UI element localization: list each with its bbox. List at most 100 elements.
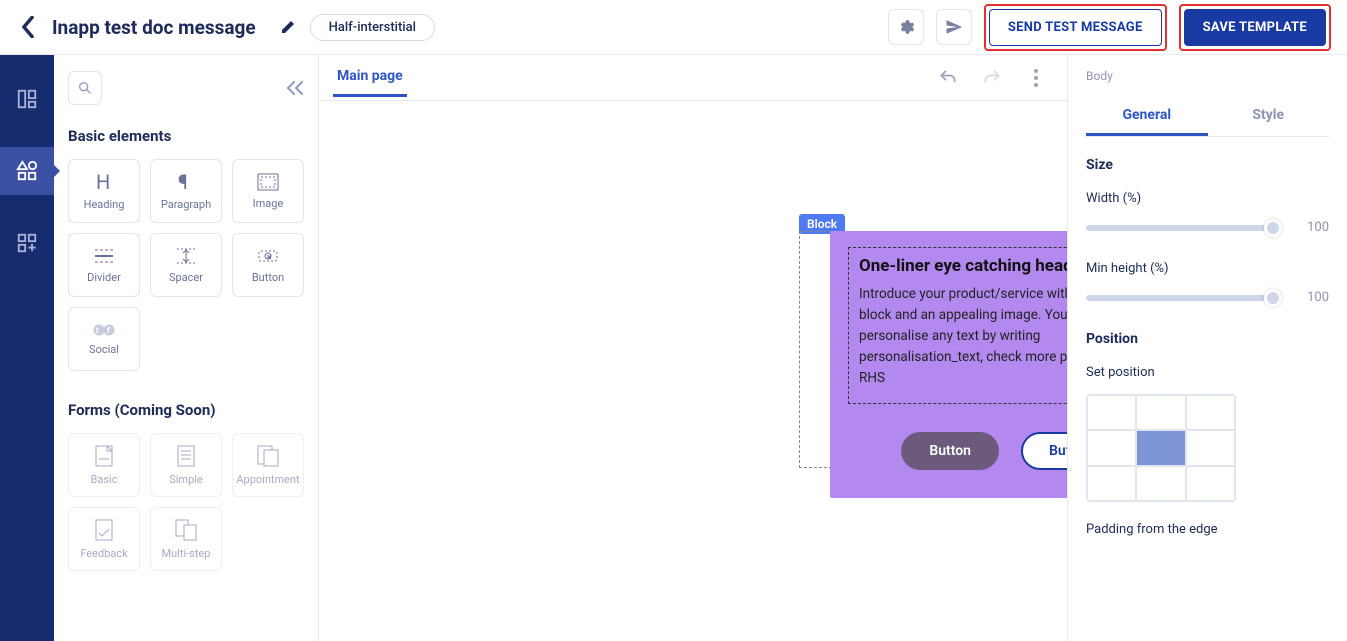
setpos-label: Set position [1086, 365, 1329, 380]
elements-sidebar: Basic elements H Heading ¶ Paragraph Ima… [54, 55, 319, 641]
tile-label: Button [252, 271, 284, 284]
page-title: Inapp test doc message [52, 16, 256, 39]
social-icon: tf [92, 323, 116, 337]
pos-tr[interactable] [1186, 395, 1235, 430]
canvas-area: Main page Block ✕ One-liner eye catching… [319, 55, 1067, 641]
forms-title: Forms (Coming Soon) [68, 401, 304, 419]
app-header: Inapp test doc message Half-interstitial… [0, 0, 1347, 55]
tile-label: Multi-step [162, 547, 211, 560]
tab-main-page[interactable]: Main page [333, 58, 407, 97]
undo-button[interactable] [931, 61, 965, 95]
width-value: 100 [1297, 220, 1329, 235]
more-menu-button[interactable] [1019, 61, 1053, 95]
tile-form-multistep: Multi-step [150, 507, 222, 571]
props-tabs: General Style [1086, 97, 1329, 137]
edit-title-icon[interactable] [278, 17, 298, 37]
vertical-nav [0, 55, 54, 641]
tile-button[interactable]: Button [232, 233, 304, 297]
breadcrumb[interactable]: Body [1086, 69, 1329, 83]
redo-button[interactable] [975, 61, 1009, 95]
form-multistep-icon [175, 519, 197, 541]
tab-general[interactable]: General [1086, 97, 1208, 136]
form-basic-icon [95, 445, 113, 467]
pos-tc[interactable] [1136, 395, 1185, 430]
divider-icon [93, 247, 115, 265]
width-slider-row: 100 [1086, 220, 1329, 235]
tile-label: Feedback [80, 547, 127, 560]
pos-bl[interactable] [1087, 466, 1136, 501]
section-position: Position [1086, 331, 1329, 347]
message-card[interactable]: ✕ One-liner eye catching heading Introdu… [830, 231, 1067, 498]
minheight-value: 100 [1297, 290, 1329, 305]
form-appointment-icon [257, 445, 279, 467]
tile-form-basic: Basic [68, 433, 140, 497]
card-heading[interactable]: One-liner eye catching heading [859, 256, 1067, 276]
pos-br[interactable] [1186, 466, 1235, 501]
back-button[interactable] [16, 15, 40, 39]
pos-mr[interactable] [1186, 430, 1235, 465]
canvas-tabs: Main page [319, 55, 1067, 101]
section-size: Size [1086, 157, 1329, 173]
highlight-send-test: SEND TEST MESSAGE [984, 4, 1167, 51]
button-row: Button Button [848, 432, 1067, 470]
tile-label: Divider [87, 271, 121, 284]
nav-elements[interactable] [0, 147, 54, 195]
tile-form-simple: Simple [150, 433, 222, 497]
forms-grid: Basic Simple Appointment Feedback Multi-… [68, 433, 304, 571]
paragraph-icon: ¶ [176, 172, 196, 192]
minheight-slider-row: 100 [1086, 290, 1329, 305]
position-grid [1086, 394, 1236, 502]
content-block[interactable]: ✕ One-liner eye catching heading Introdu… [848, 247, 1067, 404]
card-button-primary[interactable]: Button [901, 432, 999, 470]
nav-layout[interactable] [0, 75, 54, 123]
tile-social[interactable]: tf Social [68, 307, 140, 371]
basic-elements-title: Basic elements [68, 127, 304, 145]
save-template-button[interactable]: SAVE TEMPLATE [1184, 9, 1326, 46]
properties-panel: Body General Style Size Width (%) 100 Mi… [1067, 55, 1347, 641]
collapse-sidebar-icon[interactable] [286, 81, 304, 95]
tile-label: Simple [169, 473, 203, 486]
form-simple-icon [177, 445, 195, 467]
highlight-save-template: SAVE TEMPLATE [1179, 4, 1331, 51]
search-button[interactable] [68, 71, 102, 105]
pos-bc[interactable] [1136, 466, 1185, 501]
tile-form-appointment: Appointment [232, 433, 304, 497]
spacer-icon [175, 247, 197, 265]
minheight-slider[interactable] [1086, 295, 1281, 301]
button-icon [257, 247, 279, 265]
pos-tl[interactable] [1087, 395, 1136, 430]
card-body-text[interactable]: Introduce your product/service with an i… [859, 284, 1067, 389]
width-label: Width (%) [1086, 191, 1329, 206]
svg-text:f: f [107, 326, 110, 335]
main-area: Basic elements H Heading ¶ Paragraph Ima… [0, 55, 1347, 641]
width-slider[interactable] [1086, 225, 1281, 231]
pos-ml[interactable] [1087, 430, 1136, 465]
tile-label: Heading [84, 198, 125, 211]
svg-text:t: t [96, 326, 99, 335]
slider-thumb[interactable] [1264, 289, 1282, 307]
tile-divider[interactable]: Divider [68, 233, 140, 297]
tile-form-feedback: Feedback [68, 507, 140, 571]
tile-label: Appointment [236, 473, 299, 486]
layout-badge[interactable]: Half-interstitial [310, 14, 435, 41]
tile-image[interactable]: Image [232, 159, 304, 223]
tab-style[interactable]: Style [1208, 97, 1330, 136]
tile-paragraph[interactable]: ¶ Paragraph [150, 159, 222, 223]
settings-button[interactable] [888, 9, 924, 45]
send-icon-button[interactable] [936, 9, 972, 45]
minheight-label: Min height (%) [1086, 261, 1329, 276]
tile-spacer[interactable]: Spacer [150, 233, 222, 297]
send-test-button[interactable]: SEND TEST MESSAGE [989, 9, 1162, 46]
tile-heading[interactable]: H Heading [68, 159, 140, 223]
tile-label: Basic [91, 473, 118, 486]
heading-icon: H [92, 172, 116, 192]
slider-thumb[interactable] [1264, 219, 1282, 237]
tile-label: Image [253, 197, 284, 210]
card-button-secondary[interactable]: Button [1021, 432, 1067, 470]
canvas-viewport[interactable]: Block ✕ One-liner eye catching heading I… [319, 101, 1067, 641]
form-feedback-icon [95, 519, 113, 541]
pos-mc[interactable] [1136, 430, 1185, 465]
padding-label: Padding from the edge [1086, 522, 1329, 537]
nav-blocks[interactable] [0, 219, 54, 267]
basic-elements-grid: H Heading ¶ Paragraph Image Divider Spac… [68, 159, 304, 371]
